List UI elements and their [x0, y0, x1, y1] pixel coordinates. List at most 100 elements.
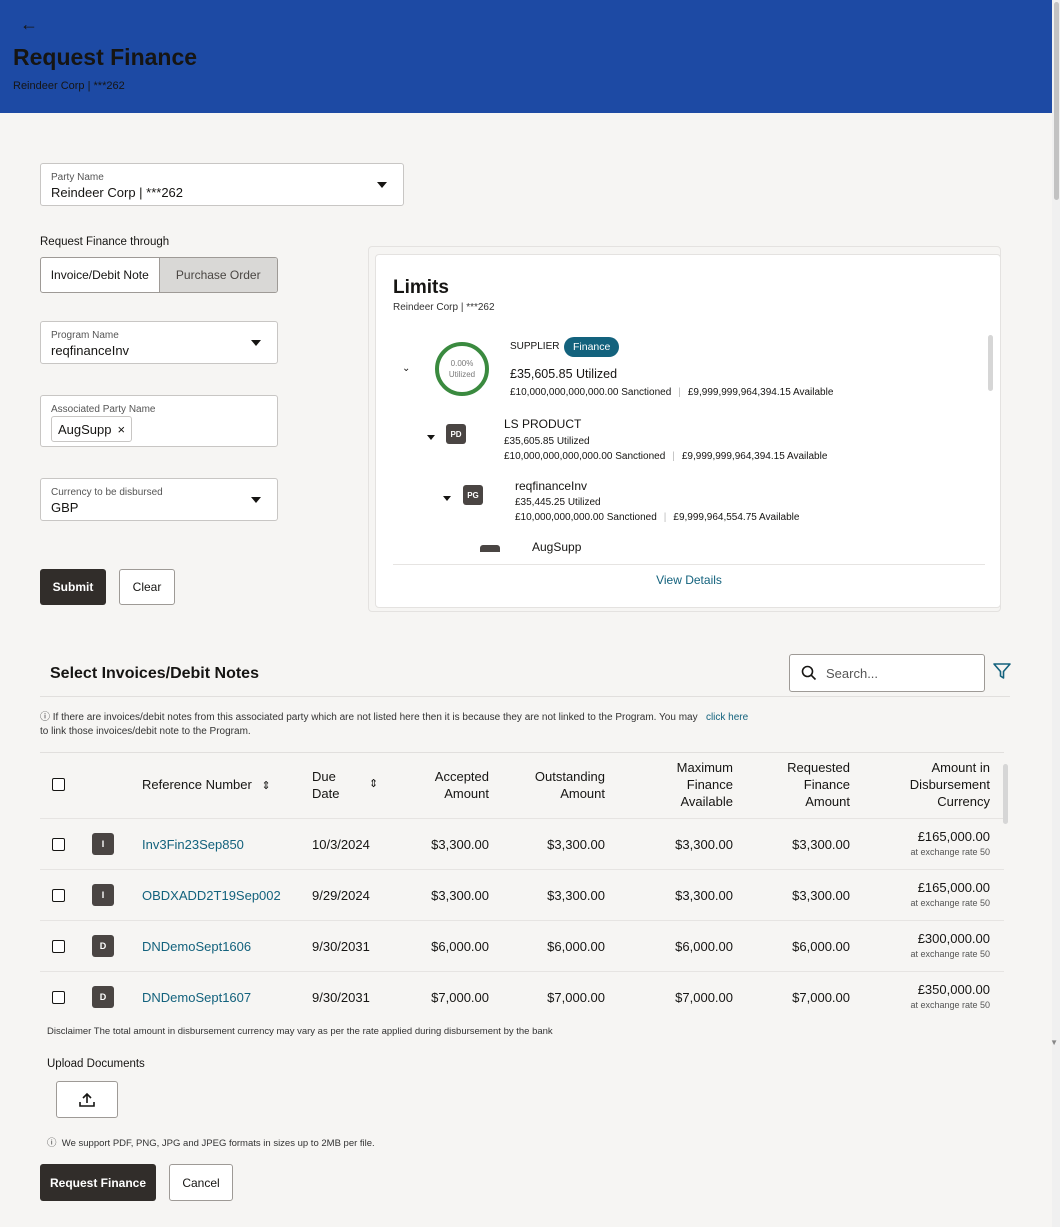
row-checkbox[interactable]: [52, 991, 65, 1004]
sort-icon[interactable]: ⇕: [369, 776, 378, 793]
caret-down-icon[interactable]: [427, 435, 435, 440]
currency-select[interactable]: Currency to be disbursed GBP: [40, 478, 278, 521]
currency-value: GBP: [51, 500, 79, 515]
supplier-limits: £10,000,000,000,000.00 Sanctioned | £9,999…: [510, 387, 834, 398]
col-requested: Requested Finance Amount: [760, 759, 850, 810]
requested-amount: $6,000.00: [792, 939, 850, 954]
chevron-down-icon: [251, 497, 261, 503]
exchange-rate: at exchange rate 50: [910, 847, 990, 857]
search-icon: [801, 665, 817, 681]
info-message: ⓘ If there are invoices/debit notes from…: [40, 711, 860, 739]
max-finance: $6,000.00: [675, 939, 733, 954]
reference-link[interactable]: OBDXADD2T19Sep002: [142, 888, 281, 903]
chip-remove-icon[interactable]: ×: [118, 422, 126, 437]
col-due-date[interactable]: Due Date: [312, 768, 339, 802]
chip-label: AugSupp: [58, 421, 112, 437]
select-all-checkbox[interactable]: [52, 778, 65, 791]
row-checkbox[interactable]: [52, 940, 65, 953]
associated-party-field[interactable]: Associated Party Name AugSupp ×: [40, 395, 278, 447]
support-text: We support PDF, PNG, JPG and JPEG format…: [61, 1138, 375, 1149]
search-input[interactable]: Search...: [789, 654, 985, 692]
request-finance-button[interactable]: Request Finance: [40, 1164, 156, 1201]
divider: [40, 752, 1004, 753]
supplier-sanctioned: £10,000,000,000,000.00 Sanctioned: [510, 387, 672, 398]
scroll-down-icon[interactable]: ▼: [1050, 1038, 1058, 1047]
col-max-label-2: Finance: [686, 777, 733, 792]
support-message: ⓘ We support PDF, PNG, JPG and JPEG form…: [47, 1135, 375, 1149]
party-name-select[interactable]: Party Name Reindeer Corp | ***262: [40, 163, 404, 206]
table-scrollbar[interactable]: [1003, 764, 1008, 824]
col-max-finance: Maximum Finance Available: [640, 759, 733, 810]
program-name-select[interactable]: Program Name reqfinanceInv: [40, 321, 278, 364]
outstanding-amount: $3,300.00: [547, 837, 605, 852]
col-outstanding: Outstanding Amount: [510, 768, 605, 802]
page-scrollbar-thumb[interactable]: [1054, 2, 1059, 200]
caret-down-icon[interactable]: [443, 496, 451, 501]
col-requested-label-3: Amount: [805, 794, 850, 809]
col-due-label-1: Due: [312, 769, 336, 784]
sort-icon[interactable]: ⇕: [261, 780, 270, 792]
toggle-purchase-order[interactable]: Purchase Order: [158, 258, 277, 292]
col-reference-label: Reference Number: [142, 777, 252, 792]
supplier-utilized: £35,605.85 Utilized: [510, 367, 618, 381]
max-finance: $3,300.00: [675, 837, 733, 852]
info-icon: ⓘ: [40, 712, 53, 723]
party-name: AugSupp: [532, 540, 582, 554]
col-disbursement: Amount in Disbursement Currency: [880, 759, 990, 810]
product-limits: £10,000,000,000,000.00 Sanctioned | £9,999…: [504, 451, 828, 462]
col-disb-label-2: Disbursement: [909, 777, 990, 792]
cancel-button[interactable]: Cancel: [169, 1164, 233, 1201]
max-finance: $3,300.00: [675, 888, 733, 903]
click-here-link[interactable]: click here: [706, 712, 748, 723]
request-through-toggle: Invoice/Debit Note Purchase Order: [40, 257, 278, 293]
table-row[interactable]: I Inv3Fin23Sep850 10/3/2024 $3,300.00 $3…: [40, 818, 1004, 869]
col-requested-label-1: Requested: [787, 760, 850, 775]
supplier-available: £9,999,999,964,394.15 Available: [687, 387, 834, 398]
limits-card: Limits Reindeer Corp | ***262 ⌄ 0.00% Ut…: [375, 254, 1001, 608]
reference-link[interactable]: DNDemoSept1607: [142, 990, 251, 1005]
submit-button[interactable]: Submit: [40, 569, 106, 605]
product-utilized: £35,605.85 Utilized: [504, 436, 590, 447]
disbursement-amount: £300,000.00: [917, 931, 990, 946]
table-row[interactable]: I OBDXADD2T19Sep002 9/29/2024 $3,300.00 …: [40, 869, 1004, 920]
divider: [393, 564, 985, 565]
program-name-label: Program Name: [51, 330, 119, 341]
page-scrollbar[interactable]: ▼: [1050, 0, 1060, 1227]
utilization-ring: 0.00% Utilized: [435, 342, 489, 396]
chevron-down-icon[interactable]: ⌄: [402, 363, 410, 374]
party-name-value: Reindeer Corp | ***262: [51, 185, 184, 200]
reference-link[interactable]: DNDemoSept1606: [142, 939, 251, 954]
col-reference[interactable]: Reference Number ⇕: [142, 776, 271, 795]
limits-subtitle: Reindeer Corp | ***262: [393, 302, 495, 313]
col-outstanding-label-2: Amount: [560, 786, 605, 801]
party-tag: [480, 545, 500, 552]
exchange-rate: at exchange rate 50: [910, 949, 990, 959]
back-arrow-icon[interactable]: ←: [20, 14, 38, 35]
col-outstanding-label-1: Outstanding: [534, 769, 605, 784]
filter-icon[interactable]: [992, 662, 1012, 680]
limits-scrollbar[interactable]: [988, 335, 993, 391]
invoices-table: Reference Number ⇕ Due Date ⇕ Accepted A…: [40, 752, 1004, 1014]
upload-label: Upload Documents: [47, 1058, 145, 1070]
view-details-link[interactable]: View Details: [376, 573, 1002, 587]
due-date: 9/30/2031: [312, 990, 370, 1005]
table-row[interactable]: D DNDemoSept1607 9/30/2031 $7,000.00 $7,…: [40, 971, 1004, 1014]
accepted-amount: $6,000.00: [431, 939, 489, 954]
toggle-invoice-debit-note[interactable]: Invoice/Debit Note: [41, 258, 159, 292]
reference-link[interactable]: Inv3Fin23Sep850: [142, 837, 244, 852]
table-row[interactable]: D DNDemoSept1606 9/30/2031 $6,000.00 $6,…: [40, 920, 1004, 971]
disbursement-amount: £165,000.00: [917, 880, 990, 895]
product-available: £9,999,999,964,394.15 Available: [681, 451, 828, 462]
outstanding-amount: $3,300.00: [547, 888, 605, 903]
due-date: 10/3/2024: [312, 837, 370, 852]
info-icon: ⓘ: [47, 1138, 62, 1149]
chevron-down-icon: [377, 182, 387, 188]
disbursement-amount: £165,000.00: [917, 829, 990, 844]
row-checkbox[interactable]: [52, 889, 65, 902]
product-tag: PD: [446, 424, 466, 444]
row-checkbox[interactable]: [52, 838, 65, 851]
debit-note-type-tag: D: [92, 935, 114, 957]
clear-button[interactable]: Clear: [119, 569, 175, 605]
program-tag: PG: [463, 485, 483, 505]
upload-button[interactable]: [56, 1081, 118, 1118]
